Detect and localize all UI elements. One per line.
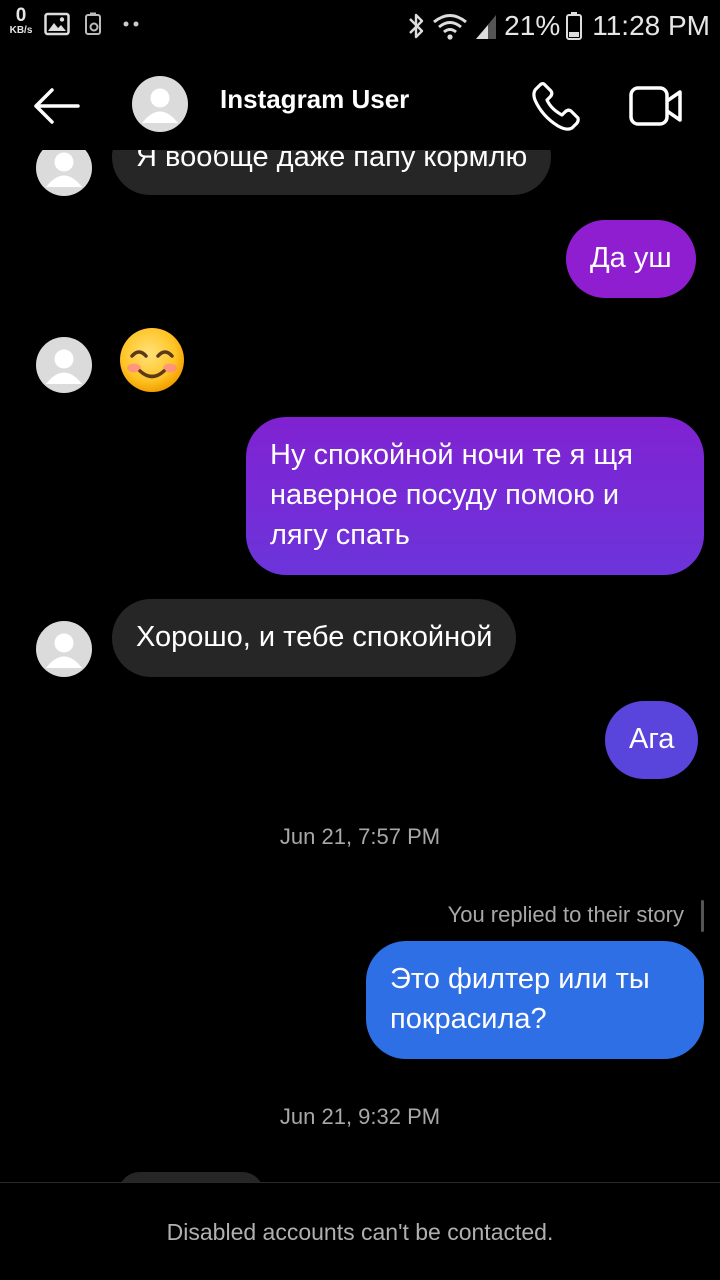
gallery-icon — [44, 12, 70, 36]
signal-icon — [476, 15, 497, 39]
message-text: Ага — [629, 723, 675, 755]
more-dots-icon — [123, 21, 139, 27]
message-text: Это филтер или ты покрасила? — [390, 963, 650, 1035]
message-bubble-incoming[interactable]: Хорошо, и тебе спокойной — [112, 599, 517, 677]
wifi-icon — [433, 14, 468, 40]
smiling-face-with-smiling-eyes-emoji[interactable] — [118, 326, 186, 394]
message-list[interactable]: Я вообще даже папу кормлю Да уш Ну споко… — [0, 150, 720, 1182]
message-bubble-outgoing[interactable]: Ну спокойной ночи те я щя наверное посуд… — [246, 417, 704, 575]
message-bubble-incoming[interactable]: Я вообще даже папу кормлю — [112, 150, 552, 195]
phone-icon[interactable] — [530, 80, 582, 132]
battery-icon — [566, 12, 583, 40]
story-reply-indicator — [701, 900, 704, 932]
message-timestamp: Jun 21, 9:32 PM — [279, 1104, 441, 1129]
sender-avatar-icon[interactable] — [36, 621, 92, 677]
chat-title[interactable]: Instagram User — [220, 84, 409, 115]
footer-notice: Disabled accounts can't be contacted. — [166, 1219, 554, 1245]
network-speed-value: 0 — [15, 5, 27, 26]
clock-time: 11:28 PM — [592, 10, 710, 41]
story-reply-note: You replied to their story — [447, 902, 684, 927]
sender-avatar-icon[interactable] — [36, 337, 92, 393]
message-text: Хорошо, и тебе спокойной — [136, 621, 493, 653]
battery-percent: 21% — [504, 10, 561, 41]
message-bubble-outgoing[interactable]: Да уш — [566, 220, 696, 298]
message-timestamp: Jun 21, 7:57 PM — [279, 824, 441, 849]
message-text: Ну спокойной ночи те я щя наверное посуд… — [270, 439, 633, 551]
message-bubble-incoming-partial[interactable] — [118, 1172, 264, 1182]
network-speed: 0 KB/s — [6, 6, 36, 36]
message-bubble-outgoing[interactable]: Это филтер или ты покрасила? — [366, 941, 704, 1059]
bluetooth-icon — [409, 13, 424, 39]
avatar-placeholder-icon[interactable] — [132, 76, 188, 132]
chat-header: Instagram User — [0, 60, 720, 150]
sender-avatar-icon[interactable] — [36, 150, 92, 196]
network-speed-unit: KB/s — [9, 25, 33, 36]
message-text: Я вообще даже папу кормлю — [136, 150, 528, 173]
message-bubble-outgoing[interactable]: Ага — [605, 701, 699, 779]
back-arrow-icon[interactable] — [28, 82, 84, 130]
storage-icon — [85, 12, 101, 35]
status-bar: 0 KB/s 21% 11:28 PM — [0, 0, 720, 52]
message-text: Да уш — [590, 242, 672, 274]
video-camera-icon[interactable] — [628, 82, 684, 130]
disabled-account-footer: Disabled accounts can't be contacted. — [0, 1182, 720, 1280]
